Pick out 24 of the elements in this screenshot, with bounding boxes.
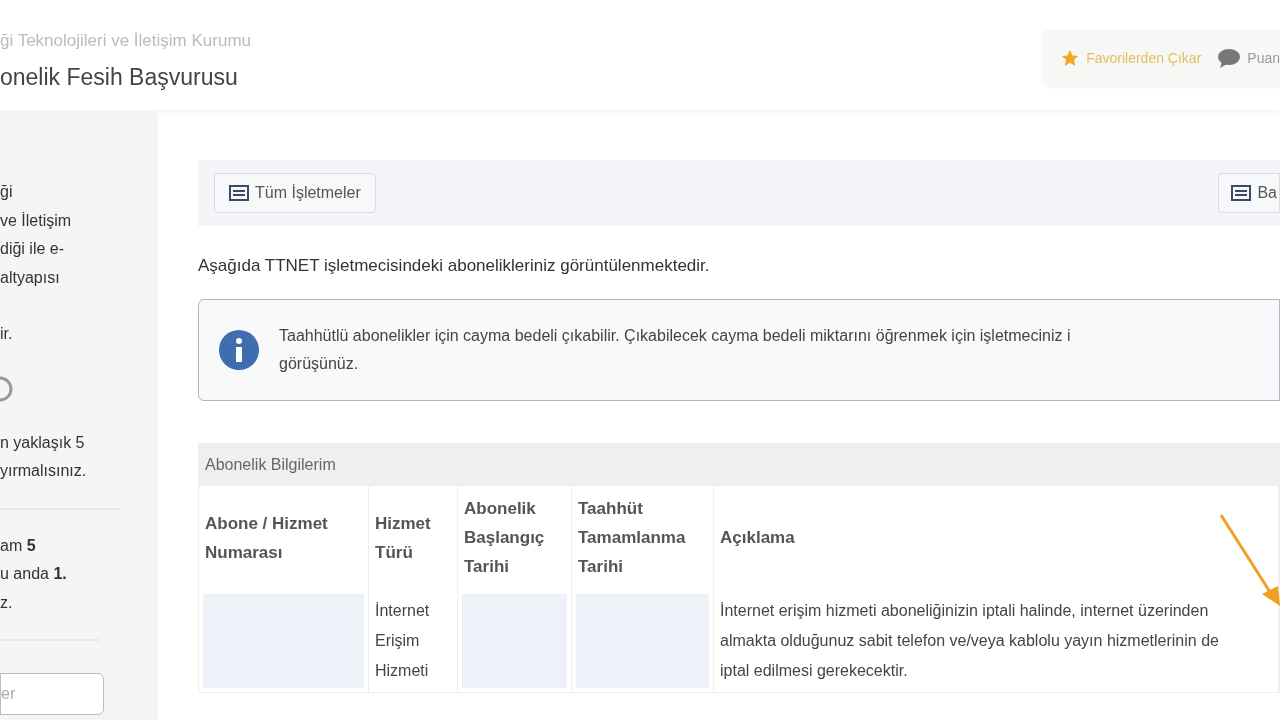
info-text: Taahhütlü abonelikler için cayma bedeli çıkabilir. Çıkabilecek cayma bedeli miktarını öğrenmek için işletmeciniz i görüşünüz. — [279, 325, 1072, 374]
sidebar-paragraph: am 5 u anda 1. z. — [0, 535, 68, 613]
star-icon — [1060, 48, 1081, 68]
column-header: Taahhüt Tamamlanma Tarihi — [572, 485, 714, 590]
column-header: Abonelik Başlangıç Tarihi — [458, 485, 572, 590]
table-cell: İnternet Erişim Hizmeti — [369, 589, 458, 692]
list-icon — [229, 185, 249, 201]
sidebar-input-field[interactable]: er — [0, 673, 104, 715]
column-header: Hizmet Türü — [369, 485, 458, 590]
intro-text: Aşağıda TTNET işletmecisindeki abonelikleriniz görüntülenmektedir. — [198, 255, 711, 277]
info-icon — [219, 329, 259, 370]
organization-name: ği Teknolojileri ve İletişim Kurumu — [0, 30, 251, 52]
list-button[interactable]: Ba — [1218, 173, 1280, 213]
list-icon — [1231, 185, 1252, 201]
sidebar-paragraph: ir. — [0, 324, 14, 344]
favorite-button[interactable]: Favorilerden Çıkar — [1060, 47, 1202, 69]
rate-button[interactable]: Puan — [1217, 47, 1280, 69]
list-button[interactable]: Tüm İşletmeler — [214, 173, 376, 213]
sidebar-paragraph: n yaklaşık 5 yırmalısınız. — [0, 432, 88, 481]
table-title: Abonelik Bilgilerim — [199, 443, 1279, 486]
page-title: onelik Fesih Başvurusu — [0, 62, 239, 92]
column-header: Abone / Hizmet Numarası — [199, 485, 369, 590]
speech-bubble-icon — [1217, 48, 1242, 68]
sidebar-paragraph: ği ve İletişim diği ile e- altyapısı — [0, 182, 73, 288]
